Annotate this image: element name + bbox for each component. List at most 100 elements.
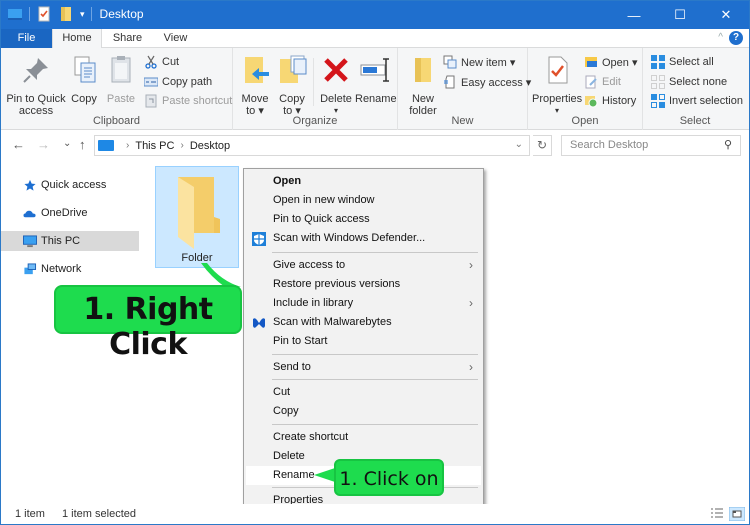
tab-view[interactable]: View: [153, 29, 198, 48]
cloud-icon: [23, 210, 36, 217]
properties-quick-icon[interactable]: [36, 6, 52, 22]
menu-separator: [272, 252, 478, 253]
up-button[interactable]: ↑: [79, 137, 86, 152]
menu-item-scan-defender[interactable]: Scan with Windows Defender...: [246, 229, 481, 248]
cut-button[interactable]: Cut: [144, 55, 179, 69]
open-button[interactable]: Open ▾: [584, 55, 638, 69]
select-none-button[interactable]: Select none: [651, 75, 727, 89]
maximize-button[interactable]: ☐: [657, 1, 703, 29]
rename-button[interactable]: Rename: [355, 54, 397, 105]
breadcrumb-desktop[interactable]: Desktop: [190, 140, 230, 152]
menu-item-pin-quick-access[interactable]: Pin to Quick access: [246, 210, 481, 229]
menu-separator: [272, 379, 478, 380]
window-title: Desktop: [99, 7, 144, 21]
search-icon: ⚲: [723, 139, 732, 151]
folder-item[interactable]: Folder: [155, 166, 239, 268]
menu-item-scan-malwarebytes[interactable]: Scan with Malwarebytes: [246, 313, 481, 332]
forward-button[interactable]: →: [37, 137, 50, 152]
ribbon-tabs: File Home Share View ^ ?: [1, 29, 749, 49]
copy-to-button[interactable]: Copy to ▾: [276, 54, 308, 117]
navigation-bar: ← → ⌄ ↑ › This PC › Desktop ⌄ ↻ Search D…: [1, 130, 749, 160]
menu-item-copy[interactable]: Copy: [246, 402, 481, 421]
pin-to-quick-access-button[interactable]: Pin to Quick access: [6, 54, 66, 117]
back-button[interactable]: ←: [12, 137, 25, 152]
menu-item-cut[interactable]: Cut: [246, 383, 481, 402]
tab-share[interactable]: Share: [105, 29, 150, 48]
submenu-arrow-icon: ›: [469, 360, 473, 374]
new-item-button[interactable]: New item ▾: [443, 55, 515, 69]
sidebar-item-quick-access[interactable]: Quick access: [1, 175, 139, 195]
ribbon: Pin to Quick access Copy Paste Cut Copy …: [1, 48, 749, 130]
edit-button[interactable]: Edit: [584, 75, 621, 89]
delete-button[interactable]: Delete ▾: [318, 54, 354, 117]
menu-item-include-library[interactable]: Include in library ›: [246, 294, 481, 313]
properties-button[interactable]: Properties ▾: [532, 54, 582, 117]
scissors-icon: [145, 55, 157, 69]
edit-icon: [585, 75, 597, 89]
minimize-button[interactable]: —: [611, 1, 657, 29]
address-bar[interactable]: › This PC › Desktop ⌄: [94, 135, 530, 156]
paste-shortcut-icon: [145, 94, 157, 108]
address-dropdown-icon[interactable]: ⌄: [515, 139, 523, 150]
breadcrumb-separator: ›: [180, 140, 184, 151]
open-folder-icon: [585, 57, 597, 67]
select-all-icon: [651, 55, 665, 69]
explorer-window-icon: [8, 9, 22, 20]
history-button[interactable]: History: [584, 94, 636, 108]
menu-item-send-to[interactable]: Send to ›: [246, 358, 481, 377]
select-all-button[interactable]: Select all: [651, 55, 714, 69]
paste-shortcut-button[interactable]: Paste shortcut: [144, 94, 232, 108]
menu-item-pin-start[interactable]: Pin to Start: [246, 332, 481, 351]
new-folder-quick-icon[interactable]: [58, 6, 74, 22]
right-click-callout-text: 1. Right Click: [83, 292, 213, 362]
select-group-label: Select: [679, 115, 711, 127]
customize-toolbar-dropdown[interactable]: ▾: [80, 9, 85, 20]
select-none-icon: [651, 75, 665, 89]
computer-icon: [98, 140, 114, 151]
copy-button[interactable]: Copy: [69, 54, 99, 105]
search-placeholder: Search Desktop: [570, 139, 649, 151]
menu-item-create-shortcut[interactable]: Create shortcut: [246, 428, 481, 447]
paste-icon: [111, 56, 131, 83]
new-folder-button[interactable]: New folder: [406, 54, 440, 117]
easy-access-icon: [444, 75, 455, 89]
help-icon[interactable]: ?: [729, 31, 743, 45]
menu-separator: [272, 354, 478, 355]
organize-group: Move to ▾ Copy to ▾ Delete ▾ Rename Orga…: [233, 48, 398, 130]
rename-icon: [360, 58, 389, 82]
sidebar-item-this-pc[interactable]: This PC: [1, 231, 139, 251]
sidebar-item-onedrive[interactable]: OneDrive: [1, 203, 139, 223]
menu-item-open-new-window[interactable]: Open in new window: [246, 191, 481, 210]
new-item-icon: [443, 55, 457, 69]
details-view-icon[interactable]: [709, 507, 725, 521]
copy-to-icon: [280, 55, 307, 83]
menu-item-restore-versions[interactable]: Restore previous versions: [246, 275, 481, 294]
submenu-arrow-icon: ›: [469, 296, 473, 310]
refresh-button[interactable]: ↻: [533, 135, 552, 156]
menu-item-give-access[interactable]: Give access to ›: [246, 256, 481, 275]
invert-selection-button[interactable]: Invert selection: [651, 94, 743, 108]
close-button[interactable]: ✕: [703, 1, 749, 29]
move-to-button[interactable]: Move to ▾: [239, 54, 271, 117]
windows-defender-icon: [252, 232, 266, 246]
menu-item-open[interactable]: Open: [246, 172, 481, 191]
sidebar-item-network[interactable]: Network: [1, 259, 139, 279]
tab-file[interactable]: File: [1, 29, 52, 48]
paste-button[interactable]: Paste: [105, 54, 137, 105]
malwarebytes-icon: [253, 318, 265, 328]
folder-icon: [178, 177, 220, 249]
copy-path-button[interactable]: Copy path: [144, 75, 212, 89]
clipboard-group: Pin to Quick access Copy Paste Cut Copy …: [1, 48, 233, 130]
copy-icon: [74, 56, 96, 83]
tab-home[interactable]: Home: [52, 29, 102, 49]
easy-access-button[interactable]: Easy access ▾: [443, 75, 531, 89]
breadcrumb-this-pc[interactable]: This PC: [135, 140, 174, 152]
menu-separator: [272, 424, 478, 425]
invert-selection-icon: [651, 94, 665, 108]
large-icons-view-icon[interactable]: [729, 507, 745, 521]
recent-locations-button[interactable]: ⌄: [63, 138, 71, 149]
clipboard-group-label: Clipboard: [92, 115, 141, 127]
search-input[interactable]: Search Desktop ⚲: [561, 135, 741, 156]
collapse-ribbon-icon[interactable]: ^: [718, 32, 723, 43]
separator: [313, 58, 314, 106]
